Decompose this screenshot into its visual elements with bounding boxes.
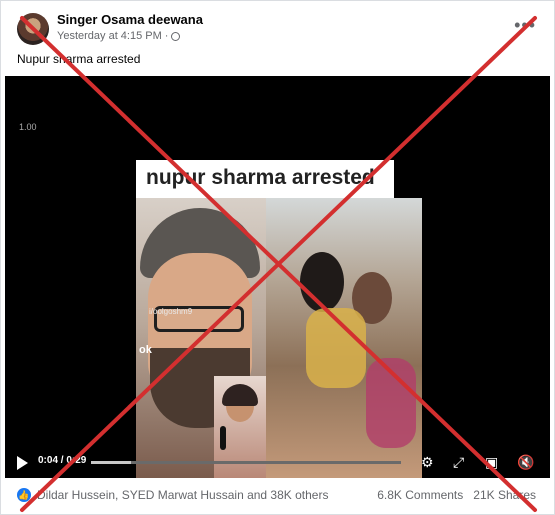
meta-separator: · <box>164 30 169 42</box>
video-title-banner: nupur sharma arrested <box>136 160 394 198</box>
video-watermark: ok <box>139 344 152 356</box>
playback-speed: 1.00 <box>19 122 37 132</box>
video-controls-bar: 0:04 / 0:29 ⚙ ⤢ ▣ 🔇 <box>5 446 550 478</box>
video-overlay-title: nupur sharma arrested <box>146 166 375 189</box>
post-meta: Yesterday at 4:15 PM · <box>57 30 181 42</box>
picture-in-picture-icon[interactable]: ▣ <box>485 454 498 470</box>
crowd-figure <box>366 358 416 448</box>
volume-muted-icon[interactable]: 🔇 <box>517 454 534 470</box>
play-icon[interactable] <box>17 456 28 470</box>
comments-count[interactable]: 6.8K Comments <box>377 488 463 502</box>
author-avatar[interactable] <box>17 13 49 45</box>
reactions-summary[interactable]: 👍 Dildar Hussein, SYED Marwat Hussain an… <box>17 488 328 502</box>
gear-icon[interactable]: ⚙ <box>421 454 434 470</box>
post-caption: Nupur sharma arrested <box>17 52 141 66</box>
reactions-text[interactable]: Dildar Hussein, SYED Marwat Hussain and … <box>37 488 328 502</box>
video-right-frame <box>266 198 422 478</box>
facebook-post: Singer Osama deewana Yesterday at 4:15 P… <box>0 0 555 515</box>
crowd-figure <box>300 252 344 312</box>
video-time: 0:04 / 0:29 <box>38 455 87 466</box>
video-progress-track[interactable] <box>91 461 401 464</box>
inset-hair <box>222 384 258 406</box>
post-timestamp[interactable]: Yesterday at 4:15 PM <box>57 30 162 42</box>
shares-count[interactable]: 21K Shares <box>473 488 536 502</box>
video-progress-fill <box>91 461 132 464</box>
video-watermark-handle: i/oolgoshm9 <box>149 307 193 316</box>
like-reaction-icon: 👍 <box>17 488 31 502</box>
crowd-figure <box>306 308 366 388</box>
author-name[interactable]: Singer Osama deewana <box>57 12 203 27</box>
engagement-counts: 6.8K Comments 21K Shares <box>377 488 536 502</box>
video-left-frame <box>136 198 266 478</box>
expand-icon[interactable]: ⤢ <box>453 454 464 470</box>
video-player[interactable]: 1.00 nupur sharma arrested i/oolgoshm9 o… <box>5 76 550 478</box>
engagement-bar: 👍 Dildar Hussein, SYED Marwat Hussain an… <box>1 478 554 514</box>
globe-icon <box>171 31 181 41</box>
more-options-icon[interactable]: ••• <box>514 15 536 36</box>
